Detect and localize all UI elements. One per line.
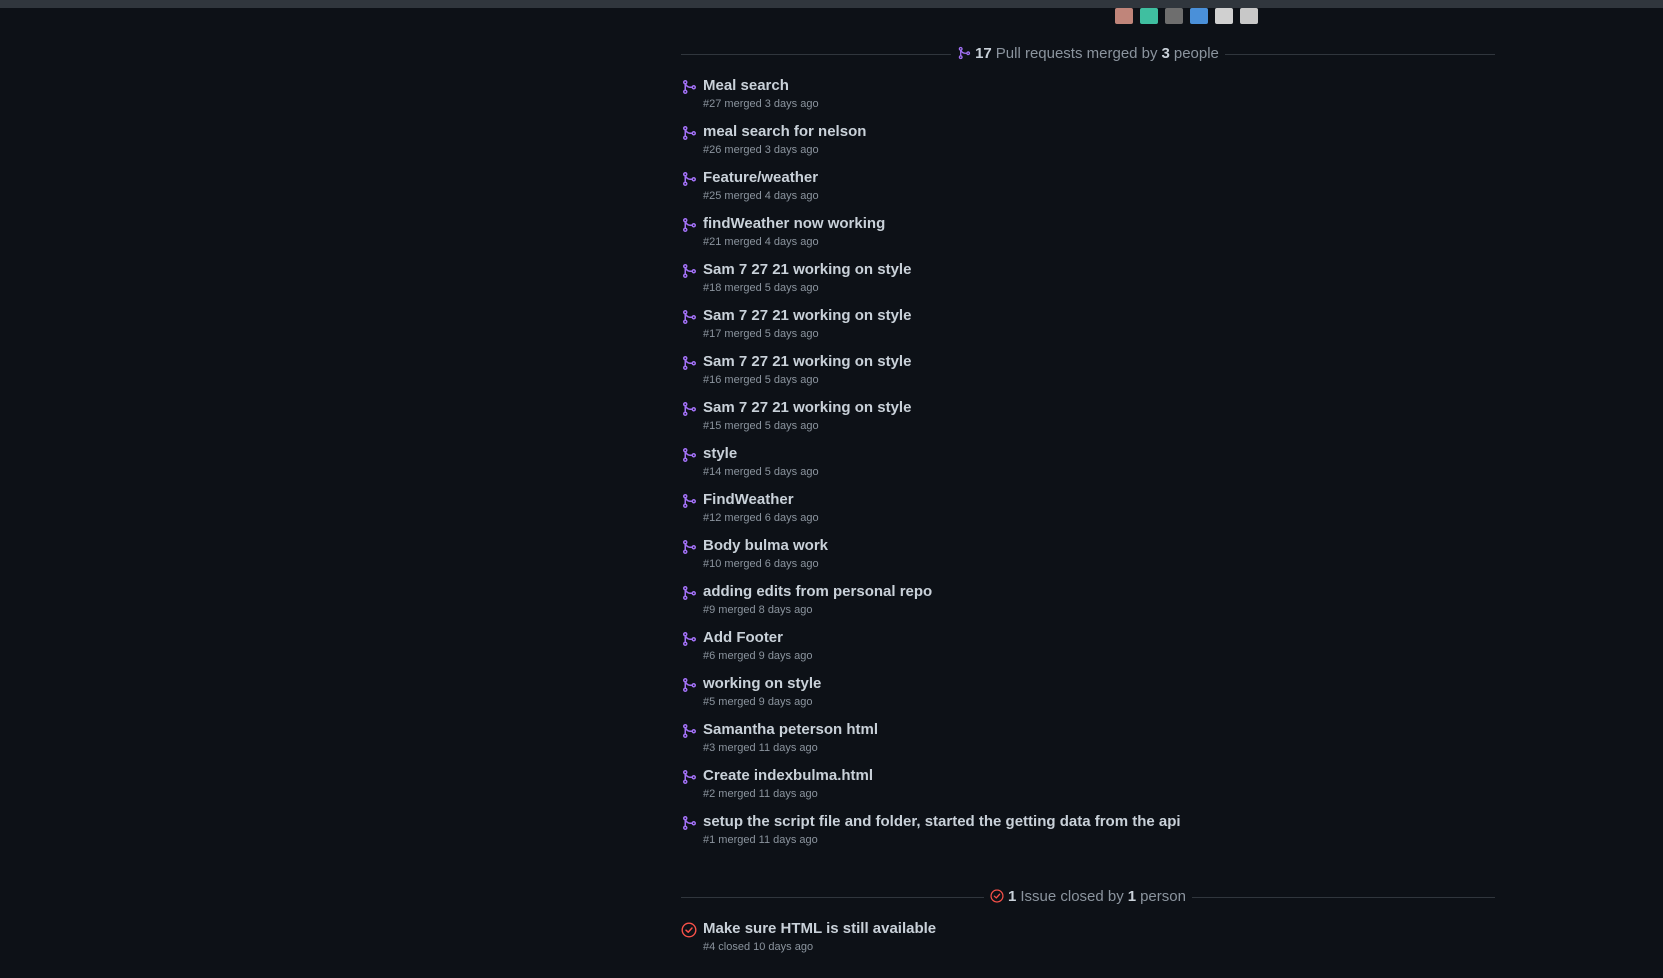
pull-request-item: FindWeather #12 merged 6 days ago bbox=[681, 490, 1495, 536]
pr-people-count: 3 bbox=[1161, 44, 1170, 62]
pull-request-meta: #9 merged 8 days ago bbox=[703, 604, 813, 616]
git-merge-icon bbox=[683, 816, 697, 830]
git-merge-icon bbox=[683, 586, 697, 600]
git-merge-icon bbox=[683, 172, 697, 186]
issue-summary-text: 1 Issue closed by 1 person bbox=[984, 887, 1192, 905]
pull-request-meta: #18 merged 5 days ago bbox=[703, 282, 819, 294]
issue-summary-end: person bbox=[1140, 887, 1186, 905]
git-merge-icon bbox=[683, 356, 697, 370]
pull-request-meta: #3 merged 11 days ago bbox=[703, 742, 818, 754]
pull-request-meta: #26 merged 3 days ago bbox=[703, 144, 819, 156]
pr-summary-end: people bbox=[1173, 44, 1219, 62]
pr-summary-mid: Pull requests merged by bbox=[995, 44, 1158, 62]
avatar[interactable] bbox=[1165, 8, 1183, 24]
avatar[interactable] bbox=[1140, 8, 1158, 24]
avatar[interactable] bbox=[1190, 8, 1208, 24]
git-merge-icon bbox=[683, 724, 697, 738]
pull-request-item: findWeather now working #21 merged 4 days… bbox=[681, 214, 1495, 260]
git-merge-icon bbox=[683, 494, 697, 508]
git-merge-icon bbox=[683, 80, 697, 94]
pull-request-meta: #16 merged 5 days ago bbox=[703, 374, 819, 386]
pull-request-title-link[interactable]: Samantha peterson html bbox=[703, 720, 878, 740]
pull-request-title-link[interactable]: Sam 7 27 21 working on style bbox=[703, 398, 911, 418]
git-merge-icon bbox=[683, 218, 697, 232]
pull-request-item: Create indexbulma.html #2 merged 11 days … bbox=[681, 766, 1495, 812]
pull-request-title-link[interactable]: Meal search bbox=[703, 76, 789, 96]
git-merge-icon bbox=[683, 126, 697, 140]
git-merge-icon bbox=[683, 448, 697, 462]
pull-request-title-link[interactable]: Sam 7 27 21 working on style bbox=[703, 260, 911, 280]
pull-request-title-link[interactable]: Add Footer bbox=[703, 628, 783, 648]
pull-request-item: setup the script file and folder, starte… bbox=[681, 812, 1495, 858]
pull-request-title-link[interactable]: Sam 7 27 21 working on style bbox=[703, 306, 911, 326]
git-merge-icon bbox=[683, 632, 697, 646]
issue-summary-header: 1 Issue closed by 1 person bbox=[681, 883, 1495, 909]
pr-summary-header: 17 Pull requests merged by 3 people bbox=[681, 40, 1495, 66]
pull-request-title-link[interactable]: Feature/weather bbox=[703, 168, 818, 188]
issue-list: Make sure HTML is still available #4 clos… bbox=[681, 919, 1495, 965]
contributor-avatars bbox=[1115, 8, 1258, 24]
pull-request-title-link[interactable]: Body bulma work bbox=[703, 536, 828, 556]
git-merge-icon bbox=[683, 402, 697, 416]
pull-request-item: Sam 7 27 21 working on style #15 merged 5… bbox=[681, 398, 1495, 444]
pull-request-meta: #15 merged 5 days ago bbox=[703, 420, 819, 432]
top-scroll-bar bbox=[0, 0, 1663, 8]
pull-request-title-link[interactable]: findWeather now working bbox=[703, 214, 885, 234]
issue-item: Make sure HTML is still available #4 clos… bbox=[681, 919, 1495, 965]
pull-request-meta: #5 merged 9 days ago bbox=[703, 696, 813, 708]
pull-request-title-link[interactable]: style bbox=[703, 444, 737, 464]
pr-count: 17 bbox=[975, 44, 992, 62]
pr-summary-text: 17 Pull requests merged by 3 people bbox=[951, 44, 1225, 62]
pull-request-title-link[interactable]: Create indexbulma.html bbox=[703, 766, 873, 786]
pull-request-meta: #10 merged 6 days ago bbox=[703, 558, 819, 570]
pull-request-title-link[interactable]: meal search for nelson bbox=[703, 122, 866, 142]
avatar[interactable] bbox=[1215, 8, 1233, 24]
pull-request-item: Sam 7 27 21 working on style #16 merged 5… bbox=[681, 352, 1495, 398]
pull-request-title-link[interactable]: FindWeather bbox=[703, 490, 794, 510]
pull-request-item: meal search for nelson #26 merged 3 days … bbox=[681, 122, 1495, 168]
pull-request-item: Meal search #27 merged 3 days ago bbox=[681, 76, 1495, 122]
issue-closed-icon bbox=[990, 889, 1004, 903]
pull-request-meta: #14 merged 5 days ago bbox=[703, 466, 819, 478]
pull-request-title-link[interactable]: setup the script file and folder, starte… bbox=[703, 812, 1181, 832]
issue-summary-mid: Issue closed by bbox=[1020, 887, 1124, 905]
pull-request-item: adding edits from personal repo #9 merged… bbox=[681, 582, 1495, 628]
issue-count: 1 bbox=[1008, 887, 1017, 905]
avatar[interactable] bbox=[1115, 8, 1133, 24]
pull-request-item: Body bulma work #10 merged 6 days ago bbox=[681, 536, 1495, 582]
pull-request-item: working on style #5 merged 9 days ago bbox=[681, 674, 1495, 720]
pull-request-item: Add Footer #6 merged 9 days ago bbox=[681, 628, 1495, 674]
pull-request-item: Sam 7 27 21 working on style #17 merged 5… bbox=[681, 306, 1495, 352]
pull-request-meta: #2 merged 11 days ago bbox=[703, 788, 818, 800]
pull-request-meta: #27 merged 3 days ago bbox=[703, 98, 819, 110]
pull-request-list: Meal search #27 merged 3 days ago meal sea… bbox=[681, 76, 1495, 858]
issue-closed-icon bbox=[681, 922, 697, 938]
pull-request-item: Samantha peterson html #3 merged 11 days … bbox=[681, 720, 1495, 766]
issue-meta: #4 closed 10 days ago bbox=[703, 941, 814, 953]
pull-request-title-link[interactable]: adding edits from personal repo bbox=[703, 582, 932, 602]
pull-request-item: Feature/weather #25 merged 4 days ago bbox=[681, 168, 1495, 214]
avatar[interactable] bbox=[1240, 8, 1258, 24]
pull-request-meta: #21 merged 4 days ago bbox=[703, 236, 819, 248]
git-merge-icon bbox=[683, 770, 697, 784]
pull-request-item: Sam 7 27 21 working on style #18 merged 5… bbox=[681, 260, 1495, 306]
pull-request-meta: #6 merged 9 days ago bbox=[703, 650, 813, 662]
pull-request-meta: #12 merged 6 days ago bbox=[703, 512, 819, 524]
git-merge-icon bbox=[958, 46, 971, 60]
pull-request-meta: #17 merged 5 days ago bbox=[703, 328, 819, 340]
pull-request-meta: #25 merged 4 days ago bbox=[703, 190, 819, 202]
git-merge-icon bbox=[683, 678, 697, 692]
git-merge-icon bbox=[683, 540, 697, 554]
pull-request-title-link[interactable]: working on style bbox=[703, 674, 821, 694]
pull-request-meta: #1 merged 11 days ago bbox=[703, 834, 818, 846]
activity-content: 17 Pull requests merged by 3 people Meal… bbox=[681, 40, 1495, 965]
git-merge-icon bbox=[683, 264, 697, 278]
pull-request-item: style #14 merged 5 days ago bbox=[681, 444, 1495, 490]
git-merge-icon bbox=[683, 310, 697, 324]
issue-people-count: 1 bbox=[1127, 887, 1137, 905]
pull-request-title-link[interactable]: Sam 7 27 21 working on style bbox=[703, 352, 911, 372]
issue-title-link[interactable]: Make sure HTML is still available bbox=[703, 919, 936, 939]
